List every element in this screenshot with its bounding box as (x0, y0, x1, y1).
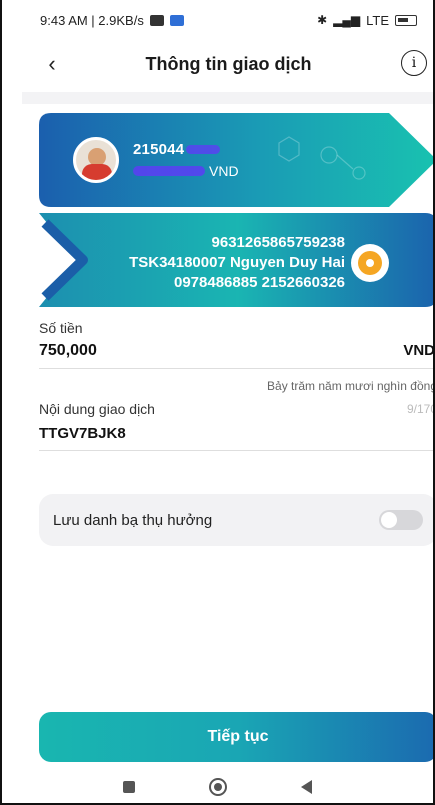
bluetooth-signal-icon: ✱ (317, 13, 328, 27)
alarm-icon (149, 14, 164, 26)
recent-apps-icon[interactable] (123, 781, 135, 793)
phone-screen: 9:43 AM | 2.9KB/s ✱ ▂▄▆ LTE ‹ Thông tin … (0, 0, 435, 805)
info-button[interactable]: i (401, 50, 427, 76)
network-type: LTE (366, 12, 389, 28)
amount-underline (39, 368, 433, 369)
amount-field[interactable]: 750,000 VND (39, 342, 435, 360)
content-underline (39, 450, 433, 451)
status-time-speed: 9:43 AM | 2.9KB/s (40, 12, 144, 28)
content-input[interactable]: TTGV7BJK8 (39, 425, 433, 442)
content-section: Nội dung giao dịch 9/170 TTGV7BJK8 (39, 401, 435, 451)
source-account-card: 215044 VND (39, 113, 433, 207)
signal-icon: ▂▄▆ (333, 13, 361, 27)
avatar (73, 137, 119, 183)
save-contact-toggle[interactable] (379, 510, 423, 530)
amount-value: 750,000 (39, 342, 97, 359)
content-header: Nội dung giao dịch 9/170 (39, 401, 435, 417)
status-right: ✱ ▂▄▆ LTE (317, 13, 417, 28)
content-label: Nội dung giao dịch (39, 401, 155, 417)
status-left: 9:43 AM | 2.9KB/s (40, 13, 184, 28)
toggle-knob (381, 512, 397, 528)
app-header: ‹ Thông tin giao dịch i (22, 44, 433, 84)
nav-back-icon[interactable] (301, 780, 312, 794)
save-contact-row: Lưu danh bạ thụ hưởng (39, 494, 433, 546)
source-account-number: 215044 (133, 141, 221, 158)
amount-in-words: Bảy trăm năm mươi nghìn đồng (267, 379, 435, 393)
amount-section: Số tiền 750,000 VND Bảy trăm năm mươi ng… (39, 320, 435, 393)
beneficiary-line-3: 0978486885 2152660326 (173, 274, 345, 291)
source-account-visible: 215044 (133, 141, 185, 158)
masked-redaction (186, 145, 221, 154)
zalo-icon (169, 14, 184, 26)
beneficiary-line-2: TSK34180007 Nguyen Duy Hai (129, 254, 345, 271)
content-char-count: 9/170 (406, 402, 435, 416)
bank-logo (351, 244, 389, 282)
continue-button[interactable]: Tiếp tục (39, 712, 433, 762)
avatar-body (82, 164, 112, 180)
save-contact-label: Lưu danh bạ thụ hưởng (53, 511, 213, 529)
amount-currency: VND (403, 342, 435, 359)
beneficiary-line-1: 9631265865759238 (211, 234, 345, 251)
page-title: Thông tin giao dịch (145, 53, 312, 74)
amount-label: Số tiền (39, 320, 83, 336)
bank-logo-icon (358, 251, 382, 275)
masked-balance (133, 166, 205, 176)
back-button[interactable]: ‹ (38, 50, 66, 78)
status-bar: 9:43 AM | 2.9KB/s ✱ ▂▄▆ LTE (2, 0, 433, 40)
android-nav-bar (2, 772, 433, 802)
source-balance-currency: VND (209, 163, 239, 179)
source-balance: VND (133, 163, 239, 179)
battery-icon (395, 14, 417, 26)
info-icon: i (411, 55, 417, 71)
back-chevron-icon: ‹ (48, 51, 56, 76)
beneficiary-info: 9631265865759238 TSK34180007 Nguyen Duy … (95, 233, 345, 293)
beneficiary-card: 9631265865759238 TSK34180007 Nguyen Duy … (39, 213, 433, 307)
home-icon[interactable] (209, 778, 227, 796)
section-divider (22, 92, 433, 104)
